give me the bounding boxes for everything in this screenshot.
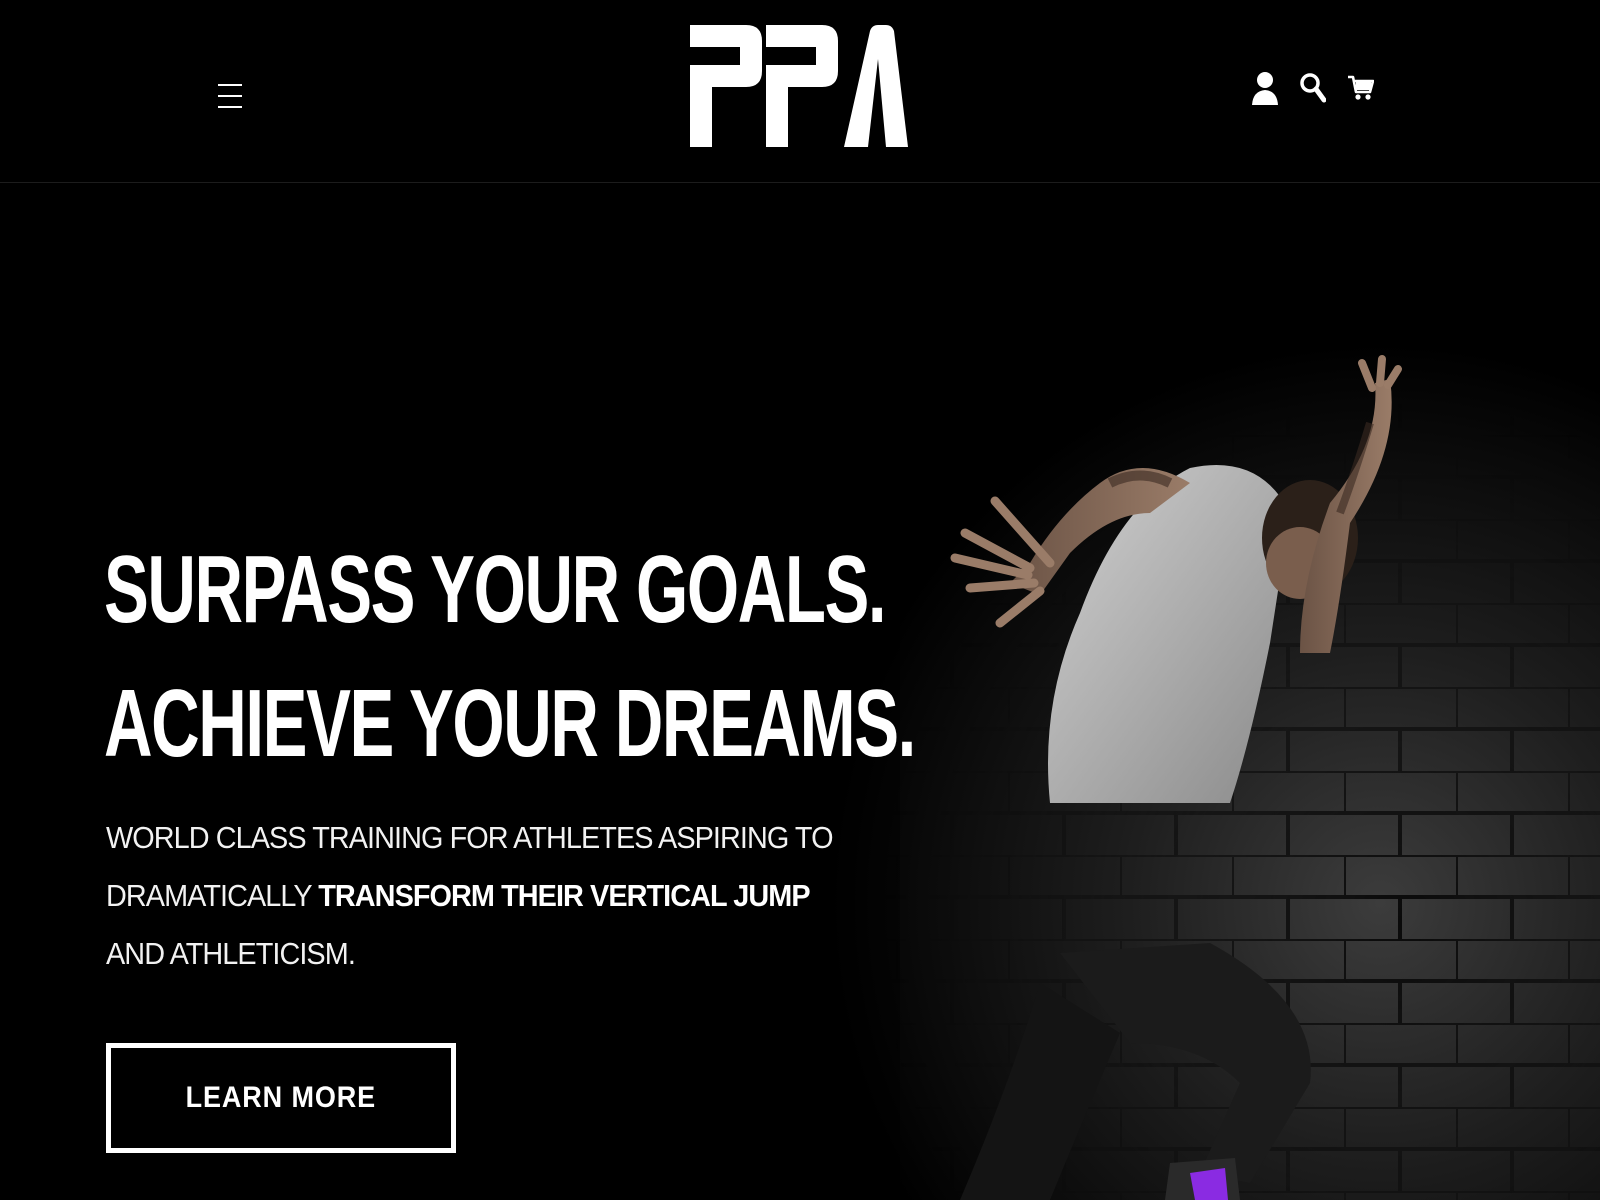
ppa-logo[interactable]: [690, 25, 908, 155]
learn-more-label: LEARN MORE: [185, 1081, 377, 1114]
logo-mark: [690, 25, 908, 147]
sub-line-2: DRAMATICALLY TRANSFORM THEIR VERTICAL JU…: [106, 867, 811, 925]
headline-line-1: SURPASS YOUR GOALS.: [104, 536, 887, 643]
user-glyph: [1252, 72, 1278, 105]
hero-headline: SURPASS YOUR GOALS. ACHIEVE YOUR DREAMS.: [104, 523, 916, 791]
sub-line-2-emphasis: TRANSFORM THEIR VERTICAL JUMP: [318, 878, 810, 913]
learn-more-button[interactable]: LEARN MORE: [106, 1043, 456, 1153]
menu-bar: [218, 95, 242, 97]
sub-line-2-prefix: DRAMATICALLY: [106, 878, 319, 913]
menu-bar: [218, 106, 242, 108]
hero-subheading: WORLD CLASS TRAINING FOR ATHLETES ASPIRI…: [106, 809, 834, 983]
search-icon[interactable]: [1298, 70, 1328, 106]
header-actions: [1250, 68, 1376, 108]
search-glyph: [1300, 73, 1326, 103]
sub-line-1: WORLD CLASS TRAINING FOR ATHLETES ASPIRI…: [106, 820, 834, 855]
headline-line-2: ACHIEVE YOUR DREAMS.: [104, 670, 916, 777]
sub-line-3: AND ATHLETICISM.: [106, 936, 356, 971]
hamburger-menu-icon[interactable]: [216, 80, 244, 114]
hero-banner: SURPASS YOUR GOALS. ACHIEVE YOUR DREAMS.…: [0, 183, 1600, 1200]
site-header: [0, 0, 1600, 183]
cart-icon[interactable]: [1346, 70, 1376, 106]
menu-bar: [218, 84, 242, 86]
cart-glyph: [1348, 75, 1374, 100]
user-icon[interactable]: [1250, 70, 1280, 106]
